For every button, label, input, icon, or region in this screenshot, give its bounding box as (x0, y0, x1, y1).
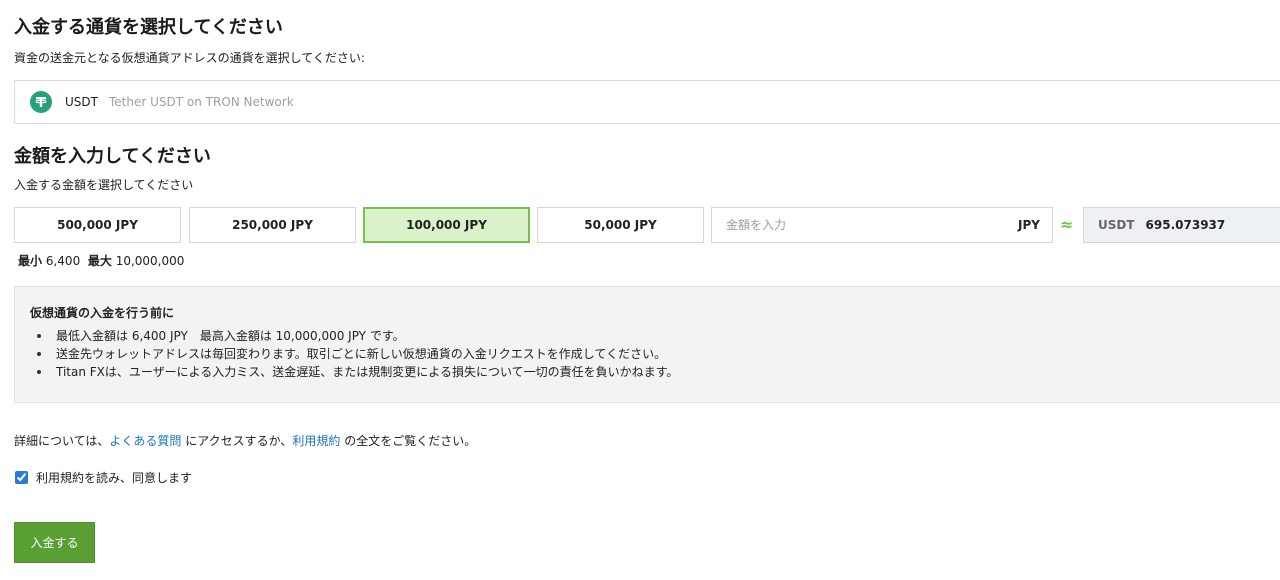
notice-item: 最低入金額は 6,400 JPY 最高入金額は 10,000,000 JPY で… (30, 327, 678, 345)
amount-section-subtitle: 入金する金額を選択してください (14, 178, 194, 192)
deposit-notice-panel: 仮想通貨の入金を行う前に 最低入金額は 6,400 JPY 最高入金額は 10,… (14, 286, 1280, 403)
details-middle: にアクセスするか、 (181, 434, 293, 448)
notice-item: 送金先ウォレットアドレスは毎回変わります。取引ごとに新しい仮想通貨の入金リクエス… (30, 345, 678, 363)
amount-preset-50000[interactable]: 50,000 JPY (537, 207, 704, 243)
notice-item: Titan FXは、ユーザーによる入力ミス、送金遅延、または規制変更による損失に… (30, 363, 678, 381)
amount-preset-500000[interactable]: 500,000 JPY (14, 207, 181, 243)
faq-link[interactable]: よくある質問 (109, 434, 181, 448)
details-prefix: 詳細については、 (14, 434, 110, 448)
custom-amount-unit: JPY (1018, 218, 1040, 232)
tether-icon (30, 91, 52, 113)
currency-section-subtitle: 資金の送金元となる仮想通貨アドレスの通貨を選択してください: (14, 51, 365, 65)
currency-selector[interactable]: USDT Tether USDT on TRON Network (14, 80, 1280, 124)
notice-title: 仮想通貨の入金を行う前に (30, 306, 175, 320)
deposit-submit-button[interactable]: 入金する (14, 522, 95, 563)
min-label: 最小 (18, 254, 43, 268)
currency-name: Tether USDT on TRON Network (108, 95, 294, 109)
agreement-row[interactable]: 利用規約を読み、同意します (14, 469, 192, 486)
min-value: 6,400 (45, 254, 81, 268)
currency-code: USDT (65, 95, 98, 109)
converted-amount: USDT 695.073937 (1083, 207, 1280, 243)
details-text: 詳細については、よくある質問 にアクセスするか、利用規約 の全文をご覧ください。 (14, 432, 476, 449)
max-value: 10,000,000 (115, 254, 185, 268)
max-label: 最大 (87, 254, 112, 268)
agreement-checkbox[interactable] (15, 471, 28, 484)
notice-list: 最低入金額は 6,400 JPY 最高入金額は 10,000,000 JPY で… (30, 327, 678, 381)
agreement-label: 利用規約を読み、同意します (36, 471, 193, 485)
custom-amount-field: JPY (711, 207, 1053, 243)
details-suffix: の全文をご覧ください。 (340, 434, 477, 448)
terms-link[interactable]: 利用規約 (292, 434, 340, 448)
custom-amount-input[interactable] (712, 208, 1019, 242)
amount-section-title: 金額を入力してください (14, 146, 211, 167)
converted-unit: USDT (1098, 218, 1135, 232)
approx-equal-icon: ≈ (1060, 215, 1074, 234)
amount-preset-100000[interactable]: 100,000 JPY (363, 207, 530, 243)
min-max-limits: 最小 6,400 最大 10,000,000 (18, 252, 184, 269)
amount-preset-250000[interactable]: 250,000 JPY (189, 207, 356, 243)
converted-value: 695.073937 (1145, 218, 1226, 232)
currency-section-title: 入金する通貨を選択してください (14, 17, 283, 38)
